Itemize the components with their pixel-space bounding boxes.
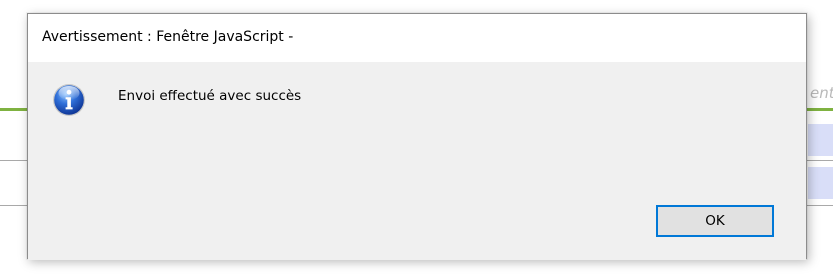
dialog-title: Avertissement : Fenêtre JavaScript - [42,29,294,45]
dialog-titlebar[interactable]: Avertissement : Fenêtre JavaScript - [28,14,806,62]
dialog-body: Envoi effectué avec succès OK [28,62,806,260]
background-table-cell [808,124,833,156]
page: ent Avertissement : Fenêtre JavaScript - [0,0,833,280]
dialog-message: Envoi effectué avec succès [118,88,302,104]
ok-button[interactable]: OK [656,205,774,237]
background-partial-text: ent [810,84,833,102]
info-icon [53,84,85,116]
alert-dialog: Avertissement : Fenêtre JavaScript - Env… [27,13,807,260]
background-table-cell [808,167,833,199]
